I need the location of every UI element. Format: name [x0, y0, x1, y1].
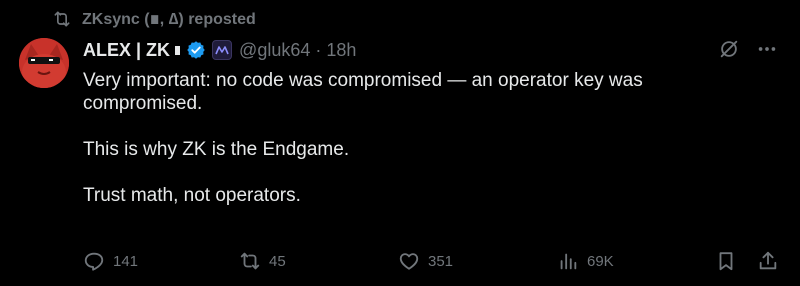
- grok-icon[interactable]: [718, 38, 740, 60]
- views-button[interactable]: 69K: [557, 248, 614, 274]
- repost-button[interactable]: 45: [239, 248, 286, 274]
- display-name[interactable]: ALEX | ZK: [83, 40, 170, 61]
- zksync-logo-icon: [215, 46, 229, 55]
- author-handle[interactable]: @gluk64: [239, 40, 310, 61]
- tweet-time[interactable]: 18h: [326, 40, 356, 61]
- tweet-header: ALEX | ZK @gluk64 · 18h: [83, 38, 356, 62]
- heart-icon: [399, 253, 419, 270]
- repost-count: 45: [269, 252, 286, 270]
- affiliate-badge-icon[interactable]: [212, 40, 233, 60]
- tweet-text: Very important: no code was compromised …: [83, 69, 743, 230]
- tweet-paragraph: Trust math, not operators.: [83, 185, 301, 206]
- like-count: 351: [428, 252, 454, 270]
- repost-icon: [240, 252, 260, 270]
- tweet-action-bar: 141 45 351 69K: [83, 248, 780, 274]
- red-cat-avatar-icon: [19, 38, 69, 88]
- verified-badge-icon[interactable]: [186, 40, 206, 60]
- repost-icon: [54, 11, 70, 27]
- share-icon: [759, 251, 777, 270]
- bookmark-button[interactable]: [715, 248, 745, 274]
- tweet-top-actions: [718, 38, 778, 60]
- name-square-glyph: [175, 45, 181, 55]
- repost-banner-text: ZKsync (∎, ∆) reposted: [82, 11, 256, 28]
- header-separator: ·: [315, 39, 322, 60]
- like-button[interactable]: 351: [398, 248, 453, 274]
- reply-count: 141: [113, 252, 139, 270]
- reply-icon: [84, 252, 104, 271]
- bookmark-icon: [719, 252, 733, 271]
- avatar[interactable]: [19, 38, 69, 88]
- analytics-icon: [560, 253, 577, 270]
- repost-banner[interactable]: ZKsync (∎, ∆) reposted: [52, 8, 256, 30]
- reply-button[interactable]: 141: [83, 248, 138, 274]
- tweet-paragraph: This is why ZK is the Endgame.: [83, 139, 350, 160]
- more-options-icon[interactable]: [756, 38, 778, 60]
- share-button[interactable]: [757, 248, 787, 274]
- tweet-paragraph: Very important: no code was compromised …: [83, 70, 648, 114]
- views-count: 69K: [587, 252, 614, 270]
